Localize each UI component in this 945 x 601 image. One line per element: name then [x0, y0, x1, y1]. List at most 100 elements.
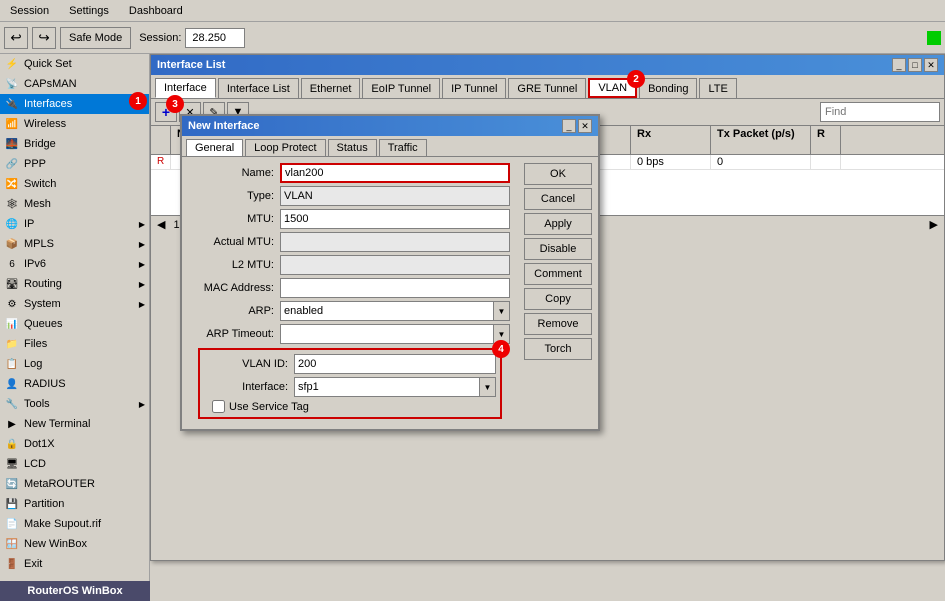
- interface-list-titlebar[interactable]: Interface List _ □ ✕: [151, 55, 944, 75]
- dialog-close-button[interactable]: ✕: [578, 119, 592, 133]
- th-flag: [151, 126, 171, 154]
- dialog-tab-loop-protect[interactable]: Loop Protect: [245, 139, 325, 156]
- dialog-tab-status[interactable]: Status: [328, 139, 377, 156]
- sidebar-label-new-terminal: New Terminal: [24, 418, 90, 430]
- menu-dashboard[interactable]: Dashboard: [123, 3, 189, 19]
- sidebar-item-mesh[interactable]: 🕸 Mesh: [0, 194, 149, 214]
- sidebar-item-quick-set[interactable]: ⚡ Quick Set: [0, 54, 149, 74]
- sidebar-item-metarouter[interactable]: 🔄 MetaROUTER: [0, 474, 149, 494]
- partition-icon: 💾: [4, 496, 20, 512]
- sidebar-label-queues: Queues: [24, 318, 63, 330]
- mac-address-input[interactable]: [280, 278, 510, 298]
- sidebar-item-ppp[interactable]: 🔗 PPP: [0, 154, 149, 174]
- arp-timeout-label: ARP Timeout:: [190, 328, 280, 340]
- vlan-interface-dropdown-arrow[interactable]: ▼: [480, 377, 496, 397]
- sidebar-item-ip[interactable]: 🌐 IP: [0, 214, 149, 234]
- vlan-interface-select-wrapper: ▼: [294, 377, 496, 397]
- sidebar-item-log[interactable]: 📋 Log: [0, 354, 149, 374]
- sidebar-item-exit[interactable]: 🚪 Exit: [0, 554, 149, 574]
- vlan-interface-input[interactable]: [294, 377, 480, 397]
- dialog-minimize-button[interactable]: _: [562, 119, 576, 133]
- session-value: 28.250: [185, 28, 245, 48]
- new-interface-titlebar[interactable]: New Interface _ ✕: [182, 116, 598, 136]
- dialog-tab-traffic[interactable]: Traffic: [379, 139, 427, 156]
- torch-button[interactable]: Torch: [524, 338, 592, 360]
- copy-button[interactable]: Copy: [524, 288, 592, 310]
- dialog-controls: _ ✕: [562, 119, 592, 133]
- new-terminal-icon: ▶: [4, 416, 20, 432]
- sidebar-item-partition[interactable]: 💾 Partition: [0, 494, 149, 514]
- ok-button[interactable]: OK: [524, 163, 592, 185]
- apply-button[interactable]: Apply: [524, 213, 592, 235]
- window-close-button[interactable]: ✕: [924, 58, 938, 72]
- mesh-icon: 🕸: [4, 196, 20, 212]
- window-minimize-button[interactable]: _: [892, 58, 906, 72]
- vlan-id-input[interactable]: [294, 354, 496, 374]
- name-label: Name:: [190, 167, 280, 179]
- sidebar-item-new-terminal[interactable]: ▶ New Terminal: [0, 414, 149, 434]
- sidebar-item-system[interactable]: ⚙ System: [0, 294, 149, 314]
- dialog-tab-general[interactable]: General: [186, 139, 243, 156]
- window-maximize-button[interactable]: □: [908, 58, 922, 72]
- new-interface-dialog: New Interface _ ✕ General Loop Protect S…: [180, 114, 600, 431]
- tab-interface-list[interactable]: Interface List: [218, 78, 299, 98]
- mtu-input[interactable]: [280, 209, 510, 229]
- tab-bonding[interactable]: Bonding: [639, 78, 697, 98]
- menu-settings[interactable]: Settings: [63, 3, 115, 19]
- new-interface-title: New Interface: [188, 120, 260, 132]
- sidebar-item-make-supout[interactable]: 📄 Make Supout.rif: [0, 514, 149, 534]
- tab-ethernet[interactable]: Ethernet: [301, 78, 361, 98]
- sidebar-item-dot1x[interactable]: 🔒 Dot1X: [0, 434, 149, 454]
- sidebar-item-ipv6[interactable]: 6 IPv6: [0, 254, 149, 274]
- sidebar-item-mpls[interactable]: 📦 MPLS: [0, 234, 149, 254]
- sidebar-item-bridge[interactable]: 🌉 Bridge: [0, 134, 149, 154]
- sidebar-item-wireless[interactable]: 📶 Wireless: [0, 114, 149, 134]
- find-input[interactable]: [820, 102, 940, 122]
- safe-mode-button[interactable]: Safe Mode: [60, 27, 131, 49]
- sidebar-item-radius[interactable]: 👤 RADIUS: [0, 374, 149, 394]
- menu-session[interactable]: Session: [4, 3, 55, 19]
- mtu-row: MTU:: [190, 209, 510, 229]
- sidebar-item-new-winbox[interactable]: 🪟 New WinBox: [0, 534, 149, 554]
- annotation-2: 2: [627, 70, 645, 88]
- name-input[interactable]: [280, 163, 510, 183]
- tab-lte[interactable]: LTE: [699, 78, 736, 98]
- sidebar-label-quick-set: Quick Set: [24, 58, 72, 70]
- cancel-button[interactable]: Cancel: [524, 188, 592, 210]
- sidebar-item-lcd[interactable]: 🖥 LCD: [0, 454, 149, 474]
- sidebar-item-interfaces[interactable]: 🔌 Interfaces 1: [0, 94, 149, 114]
- sidebar-item-capsman[interactable]: 📡 CAPsMAN: [0, 74, 149, 94]
- undo-button[interactable]: ↩: [4, 27, 28, 49]
- tab-ip-tunnel[interactable]: IP Tunnel: [442, 78, 506, 98]
- sidebar-label-log: Log: [24, 358, 42, 370]
- type-label: Type:: [190, 190, 280, 202]
- ipv6-icon: 6: [4, 256, 20, 272]
- add-interface-button[interactable]: + 3: [155, 102, 177, 122]
- tab-interface[interactable]: Interface: [155, 78, 216, 98]
- main-layout: ⚡ Quick Set 📡 CAPsMAN 🔌 Interfaces 1 📶 W…: [0, 54, 945, 601]
- interface-list-tabs: Interface Interface List Ethernet EoIP T…: [151, 75, 944, 99]
- sidebar-item-tools[interactable]: 🔧 Tools: [0, 394, 149, 414]
- arp-timeout-select-wrapper: ▼: [280, 324, 510, 344]
- arp-dropdown-arrow[interactable]: ▼: [494, 301, 510, 321]
- window-controls: _ □ ✕: [892, 58, 938, 72]
- arp-input[interactable]: [280, 301, 494, 321]
- vlan-id-label: VLAN ID:: [204, 358, 294, 370]
- tab-eoip-tunnel[interactable]: EoIP Tunnel: [362, 78, 440, 98]
- redo-button[interactable]: ↪: [32, 27, 56, 49]
- arp-timeout-input[interactable]: [280, 324, 494, 344]
- sidebar-item-routing[interactable]: 🛣 Routing: [0, 274, 149, 294]
- sidebar-item-queues[interactable]: 📊 Queues: [0, 314, 149, 334]
- sidebar-item-files[interactable]: 📁 Files: [0, 334, 149, 354]
- sidebar: ⚡ Quick Set 📡 CAPsMAN 🔌 Interfaces 1 📶 W…: [0, 54, 150, 601]
- remove-button[interactable]: Remove: [524, 313, 592, 335]
- arp-select-wrapper: ▼: [280, 301, 510, 321]
- tab-gre-tunnel[interactable]: GRE Tunnel: [508, 78, 586, 98]
- sidebar-label-ip: IP: [24, 218, 34, 230]
- disable-button[interactable]: Disable: [524, 238, 592, 260]
- comment-button[interactable]: Comment: [524, 263, 592, 285]
- main-toolbar: ↩ ↪ Safe Mode Session: 28.250: [0, 22, 945, 54]
- sidebar-item-switch[interactable]: 🔀 Switch: [0, 174, 149, 194]
- tab-vlan[interactable]: VLAN 2: [588, 78, 637, 98]
- use-service-tag-checkbox[interactable]: [212, 400, 225, 413]
